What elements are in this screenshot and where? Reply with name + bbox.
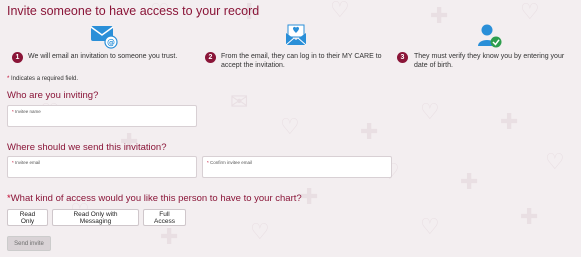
read-only-messaging-button[interactable]: Read Only with Messaging (52, 209, 139, 226)
confirm-email-input[interactable] (206, 165, 388, 175)
read-only-button[interactable]: Read Only (7, 209, 48, 226)
svg-text:@: @ (107, 38, 115, 47)
required-star: * (7, 76, 10, 82)
who-heading: Who are you inviting? (7, 90, 99, 101)
where-heading: Where should we send this invitation? (7, 142, 167, 153)
step-1-text: We will email an invitation to someone y… (28, 53, 178, 60)
invitee-name-field[interactable]: * Invitee name (7, 105, 197, 127)
step-2-text: From the email, they can log in to their… (221, 53, 382, 69)
required-note-text: Indicates a required field. (11, 76, 79, 82)
full-access-button[interactable]: Full Access (143, 209, 186, 226)
send-invite-button[interactable]: Send invite (7, 236, 51, 251)
page-title: Invite someone to have access to your re… (7, 4, 260, 18)
verified-person-icon (475, 23, 505, 49)
invitee-name-input[interactable] (11, 114, 193, 124)
open-envelope-heart-icon (283, 23, 313, 49)
required-field-note: * Indicates a required field. (7, 76, 78, 82)
email-at-icon: @ (89, 23, 119, 49)
step-1-number: 1 (12, 52, 23, 63)
step-3-number: 3 (397, 52, 408, 63)
access-heading: *What kind of access would you like this… (7, 193, 302, 204)
step-2-number: 2 (205, 52, 216, 63)
confirm-email-field[interactable]: * Confirm invitee email (202, 156, 392, 178)
step-3-text: They must verify they know you by enteri… (414, 53, 565, 69)
invitee-email-field[interactable]: * Invitee email (7, 156, 197, 178)
invitee-email-input[interactable] (11, 165, 193, 175)
